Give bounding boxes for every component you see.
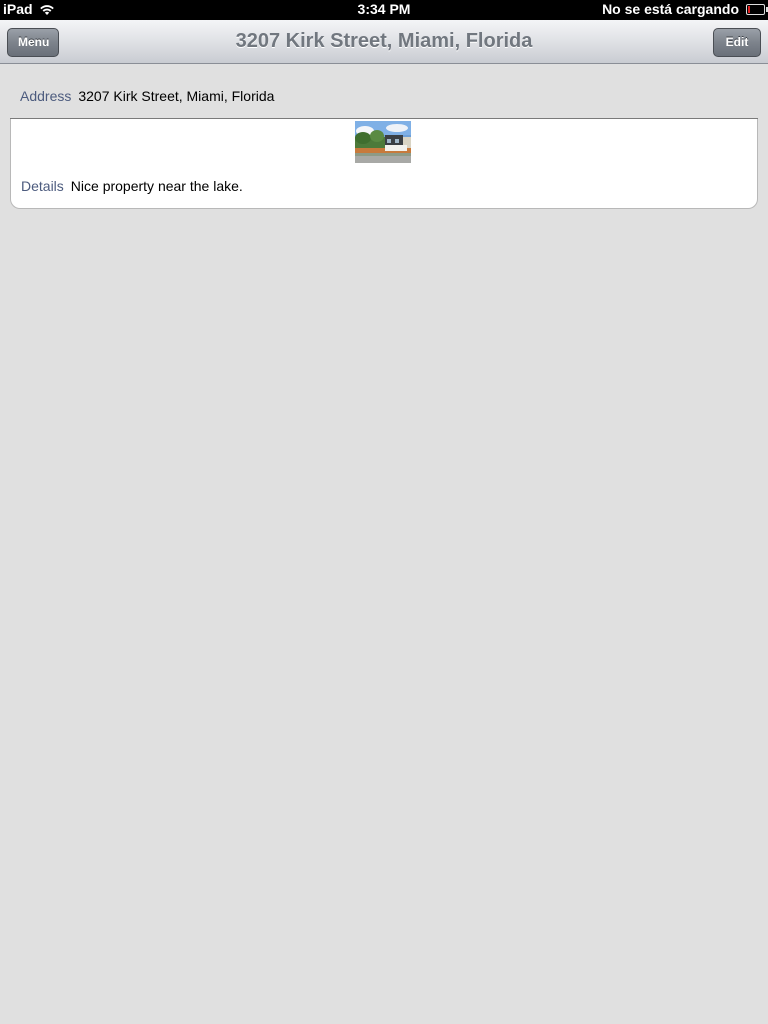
details-value: Nice property near the lake. [70,178,243,194]
navigation-bar: Menu 3207 Kirk Street, Miami, Florida Ed… [0,20,768,64]
page-title: 3207 Kirk Street, Miami, Florida [235,30,533,52]
property-card: Details Nice property near the lake. [10,119,758,209]
battery-status-text: No se está cargando [602,1,739,17]
details-label: Details [21,178,64,194]
details-row: Details Nice property near the lake. [21,178,243,194]
address-label: Address [20,88,72,104]
status-right: No se está cargando [602,1,768,17]
menu-button[interactable]: Menu [7,28,59,57]
property-photo[interactable] [355,121,411,163]
address-value: 3207 Kirk Street, Miami, Florida [78,88,275,104]
edit-button[interactable]: Edit [713,28,761,57]
status-bar: iPad 3:34 PM No se está cargando [0,0,768,20]
battery-icon [746,3,768,15]
address-row: Address 3207 Kirk Street, Miami, Florida [20,88,274,104]
